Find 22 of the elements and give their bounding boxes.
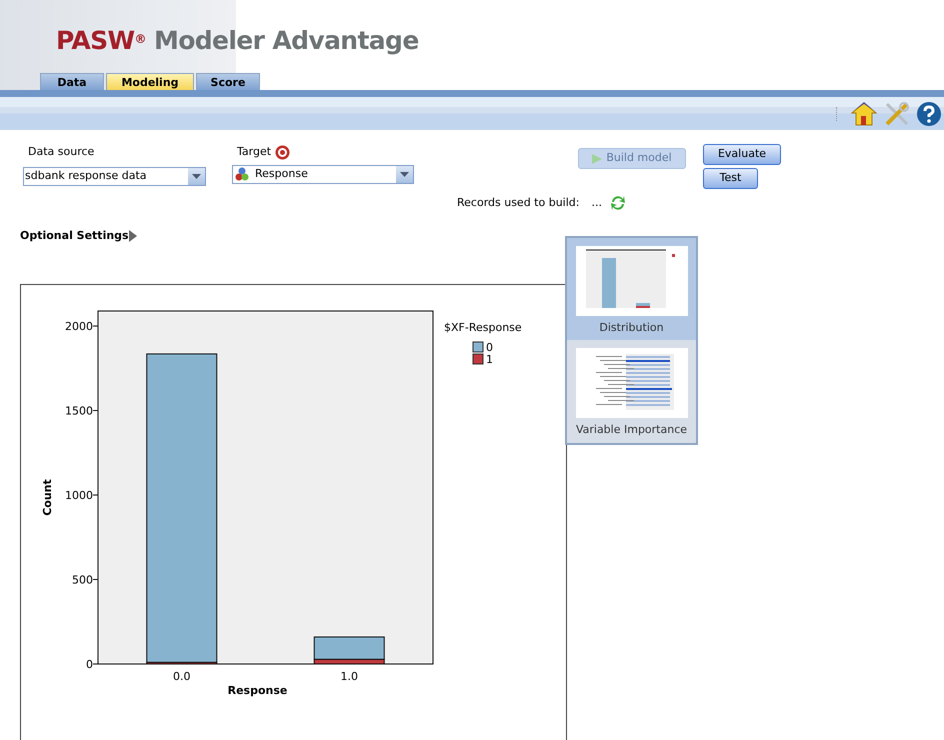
y-axis-title: Count xyxy=(41,479,54,516)
records-value: ... xyxy=(591,195,602,211)
y-tick-label: 1500 xyxy=(65,404,93,418)
y-tick: 1000 xyxy=(65,489,98,502)
x-axis-title: Response xyxy=(228,684,288,697)
y-tick-label: 0 xyxy=(86,658,93,671)
y-tick: 0 xyxy=(86,658,98,671)
field-label: Data source xyxy=(27,144,96,160)
field-label: Target xyxy=(237,144,272,160)
records-label: Records used to build: xyxy=(457,195,580,211)
x-tick-label: 1.0 xyxy=(340,670,358,683)
y-tick-label: 1000 xyxy=(65,489,93,502)
legend-title: $XF-Response xyxy=(444,321,522,334)
legend-label: 1 xyxy=(486,353,493,366)
legend-label: 0 xyxy=(486,341,493,354)
y-tick: 500 xyxy=(72,574,98,586)
app-logo: PASW$^{®}$ Modeler Advantage xyxy=(55,28,420,53)
y-tick: 2000 xyxy=(65,320,98,334)
y-tick-label: 2000 xyxy=(65,320,93,334)
y-tick: 1500 xyxy=(65,404,98,418)
x-tick-label: 0.0 xyxy=(173,670,190,683)
y-tick-label: 500 xyxy=(72,574,93,587)
